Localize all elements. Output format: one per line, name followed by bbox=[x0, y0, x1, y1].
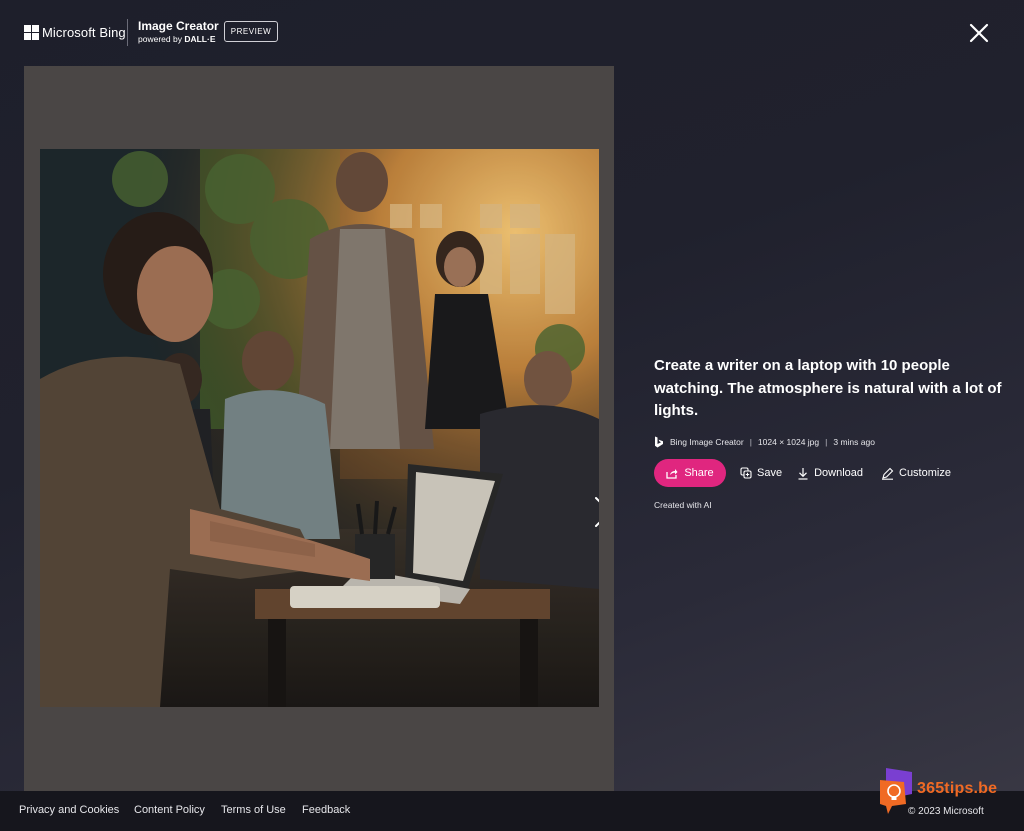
privacy-link[interactable]: Privacy and Cookies bbox=[19, 804, 119, 816]
image-details: Create a writer on a laptop with 10 peop… bbox=[654, 355, 1014, 449]
save-label: Save bbox=[757, 467, 783, 479]
header-divider bbox=[127, 19, 128, 46]
footer: Privacy and Cookies Content Policy Terms… bbox=[0, 791, 1024, 831]
image-time: 3 mins ago bbox=[833, 436, 875, 447]
image-size: 1024 × 1024 jpg bbox=[757, 436, 820, 447]
copyright: © 2023 Microsoft bbox=[908, 806, 984, 817]
image-viewer-panel bbox=[24, 66, 614, 792]
image-actions: Share Save Download Customize bbox=[654, 459, 951, 487]
download-label: Download bbox=[814, 467, 863, 479]
generated-image-illustration bbox=[40, 149, 599, 707]
chevron-right-icon bbox=[595, 497, 599, 527]
customize-button[interactable]: Customize bbox=[881, 467, 951, 480]
app-subtitle-prefix: powered by bbox=[138, 34, 182, 44]
watermark-text: 365tips.be bbox=[917, 780, 998, 797]
bing-b-icon bbox=[655, 436, 663, 447]
lightbulb-logo-icon bbox=[880, 768, 914, 816]
header-bar: Microsoft Bing Image Creator powered by … bbox=[0, 0, 1024, 64]
next-image-button[interactable] bbox=[588, 494, 599, 530]
share-button[interactable]: Share bbox=[654, 459, 726, 487]
edit-icon bbox=[882, 467, 894, 480]
microsoft-logo-icon[interactable] bbox=[24, 25, 39, 40]
close-button[interactable] bbox=[966, 20, 992, 46]
close-icon bbox=[969, 23, 989, 43]
download-icon bbox=[798, 467, 808, 480]
terms-link[interactable]: Terms of Use bbox=[221, 804, 286, 816]
brand-name[interactable]: Microsoft Bing bbox=[42, 25, 126, 40]
app-subtitle-engine: DALL·E bbox=[184, 34, 216, 44]
image-prompt-text: Create a writer on a laptop with 10 peop… bbox=[654, 357, 1002, 419]
feedback-link[interactable]: Feedback bbox=[302, 804, 350, 816]
app-title: Image Creator bbox=[138, 19, 219, 33]
share-label: Share bbox=[684, 467, 714, 479]
meta-separator: | bbox=[825, 436, 828, 447]
image-meta: Bing Image Creator | 1024 × 1024 jpg | 3… bbox=[654, 435, 1014, 449]
generated-image[interactable] bbox=[40, 149, 599, 707]
collection-icon bbox=[740, 467, 752, 479]
content-policy-link[interactable]: Content Policy bbox=[134, 804, 205, 816]
preview-badge: PREVIEW bbox=[224, 21, 278, 42]
meta-separator: | bbox=[749, 436, 752, 447]
download-button[interactable]: Download bbox=[797, 467, 863, 480]
customize-label: Customize bbox=[899, 467, 951, 479]
share-icon bbox=[666, 468, 678, 479]
image-source[interactable]: Bing Image Creator bbox=[670, 437, 744, 447]
created-with-ai-label: Created with AI bbox=[654, 500, 712, 510]
app-subtitle: powered by DALL·E bbox=[138, 34, 216, 44]
save-button[interactable]: Save bbox=[740, 467, 782, 479]
